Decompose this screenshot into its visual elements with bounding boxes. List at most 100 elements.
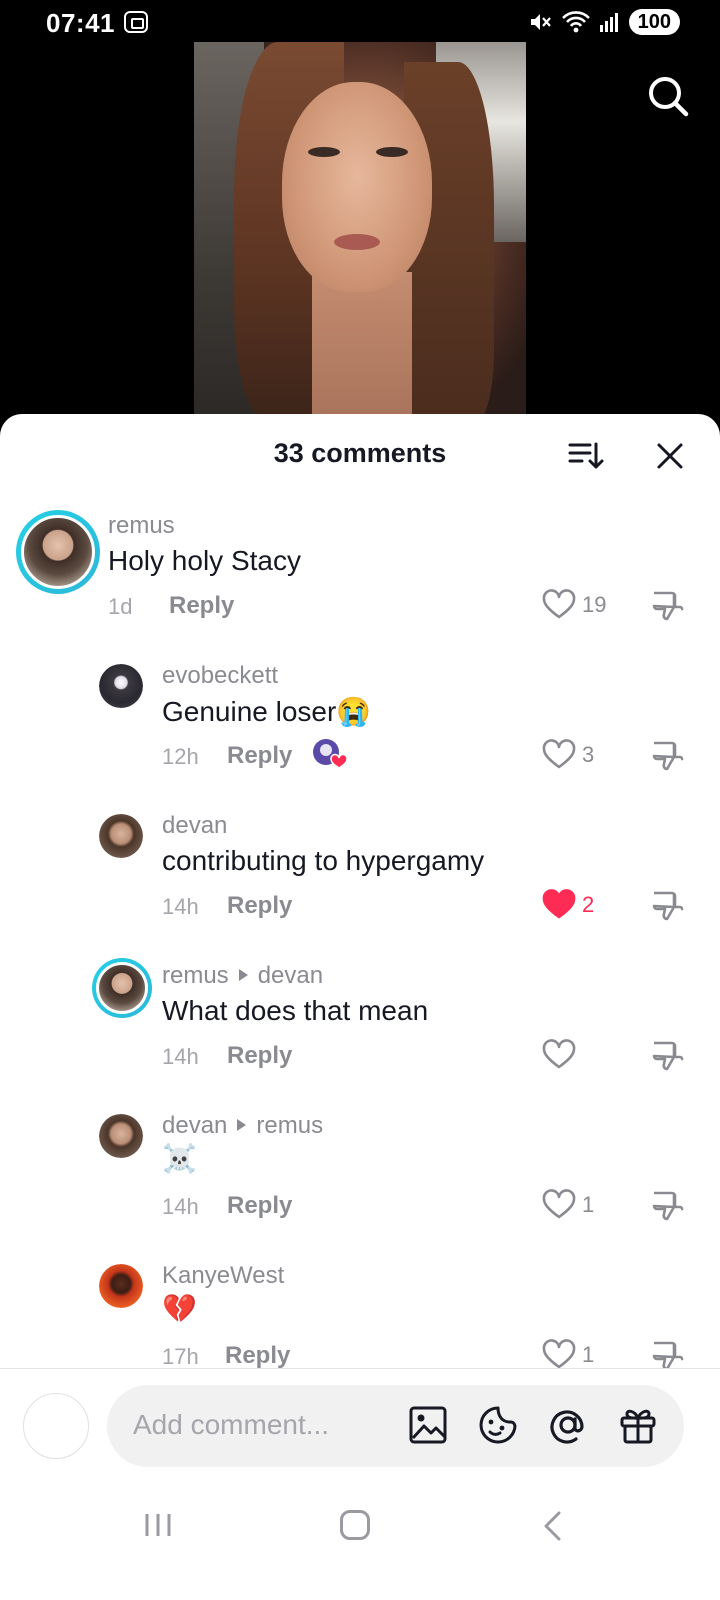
like-button[interactable]: 3: [542, 738, 622, 772]
back-icon[interactable]: [540, 1510, 566, 1542]
video-face: [282, 82, 432, 292]
comment-username[interactable]: remus devan: [162, 962, 323, 990]
image-icon[interactable]: [407, 1404, 449, 1446]
like-count: 2: [582, 892, 595, 917]
comment-time: 14h: [162, 1044, 199, 1069]
avatar-image: [21, 515, 95, 589]
dislike-icon[interactable]: [650, 1038, 684, 1072]
comment-time: 14h: [162, 1194, 199, 1219]
video-eye-left: [308, 147, 340, 157]
comment-item[interactable]: evobeckett Genuine loser😭 12h Reply 3: [0, 658, 720, 798]
like-button[interactable]: 2: [542, 888, 622, 922]
mute-icon: [530, 14, 551, 30]
screenshot-indicator-icon: [124, 11, 148, 33]
home-icon[interactable]: [340, 1510, 370, 1540]
like-count: 19: [582, 592, 607, 617]
video-eye-right: [376, 147, 408, 157]
video-preview[interactable]: [194, 42, 526, 422]
search-icon[interactable]: [646, 74, 690, 118]
creator-liked-badge-icon: [313, 739, 348, 769]
heart-outline-icon: [542, 589, 576, 619]
dislike-icon[interactable]: [650, 1338, 684, 1372]
status-time: 07:41: [46, 8, 115, 38]
sort-icon[interactable]: [568, 440, 604, 472]
system-nav-bar: [0, 1486, 720, 1600]
username: devan: [162, 1112, 228, 1139]
comment-username[interactable]: KanyeWest: [162, 1262, 284, 1290]
heart-outline-icon: [542, 1039, 576, 1069]
avatar[interactable]: [99, 664, 143, 708]
comment-text: Genuine loser😭: [162, 696, 372, 727]
like-count: 3: [582, 742, 595, 767]
like-button[interactable]: [542, 1038, 622, 1072]
like-button[interactable]: 1: [542, 1188, 622, 1222]
status-bar: 07:41 100: [0, 0, 720, 44]
reply-arrow-icon: [238, 968, 248, 981]
reply-to-username: devan: [257, 962, 324, 989]
comment-item[interactable]: devan remus ☠️ 14h Reply 1: [0, 1108, 720, 1248]
app-root: 07:41 100 33 comments remus Holy holy St…: [0, 0, 720, 1600]
reply-button[interactable]: Reply: [225, 1342, 290, 1370]
like-button[interactable]: 19: [542, 588, 622, 622]
avatar-image: [99, 1114, 143, 1158]
username: evobeckett: [162, 662, 279, 689]
dislike-icon[interactable]: [650, 588, 684, 622]
signal-icon: [599, 13, 618, 32]
battery-indicator: 100: [628, 9, 680, 35]
comment-username[interactable]: devan remus: [162, 1112, 323, 1140]
reply-button[interactable]: Reply: [169, 592, 234, 620]
recent-apps-icon[interactable]: [143, 1512, 173, 1538]
avatar-image: [99, 814, 143, 858]
wifi-icon: [561, 11, 590, 33]
username: remus: [108, 512, 175, 539]
close-icon[interactable]: [656, 442, 684, 470]
heart-filled-icon: [542, 889, 576, 919]
reply-button[interactable]: Reply: [227, 1042, 292, 1070]
reply-button[interactable]: Reply: [227, 892, 292, 920]
comment-username[interactable]: evobeckett: [162, 662, 278, 690]
comment-input[interactable]: Add comment...: [107, 1385, 684, 1467]
comment-time: 12h: [162, 744, 199, 769]
sticker-icon[interactable]: [477, 1404, 519, 1446]
dislike-icon[interactable]: [650, 888, 684, 922]
comment-text: contributing to hypergamy: [162, 845, 485, 876]
reply-to-username: remus: [256, 1112, 324, 1139]
dislike-icon[interactable]: [650, 738, 684, 772]
comment-time: 17h: [162, 1344, 199, 1369]
reply-arrow-icon: [237, 1118, 247, 1131]
comment-text: What does that mean: [162, 995, 429, 1026]
comment-item[interactable]: remus devan What does that mean 14h Reply: [0, 958, 720, 1098]
comments-count-title: 33 comments: [273, 438, 447, 468]
comment-text: 💔: [162, 1293, 197, 1324]
comment-input-bar: Add comment...: [0, 1368, 720, 1486]
avatar-image: [96, 962, 148, 1014]
avatar-image: [99, 664, 143, 708]
reply-button[interactable]: Reply: [227, 742, 292, 770]
reply-button[interactable]: Reply: [227, 1192, 292, 1220]
avatar[interactable]: [16, 510, 100, 594]
comment-item[interactable]: devan contributing to hypergamy 14h Repl…: [0, 808, 720, 948]
comment-time: 14h: [162, 894, 199, 919]
my-avatar[interactable]: [23, 1393, 89, 1459]
video-mouth: [334, 234, 380, 250]
video-neck: [312, 272, 412, 422]
avatar-image: [99, 1264, 143, 1308]
dislike-icon[interactable]: [650, 1188, 684, 1222]
avatar[interactable]: [99, 814, 143, 858]
username: devan: [162, 812, 228, 839]
comment-username[interactable]: remus: [108, 512, 175, 540]
heart-outline-icon: [542, 1339, 576, 1369]
comment-username[interactable]: devan: [162, 812, 227, 840]
mention-icon[interactable]: [547, 1404, 589, 1446]
like-button[interactable]: 1: [542, 1338, 622, 1372]
heart-outline-icon: [542, 739, 576, 769]
avatar[interactable]: [99, 1264, 143, 1308]
avatar[interactable]: [92, 958, 152, 1018]
avatar[interactable]: [99, 1114, 143, 1158]
comment-time: 1d: [108, 594, 133, 619]
comment-item[interactable]: remus Holy holy Stacy 1d Reply 19: [0, 508, 720, 648]
sheet-header: 33 comments: [0, 414, 720, 498]
like-count: 1: [582, 1192, 595, 1217]
gift-icon[interactable]: [617, 1404, 659, 1446]
comment-text: Holy holy Stacy: [108, 545, 301, 576]
